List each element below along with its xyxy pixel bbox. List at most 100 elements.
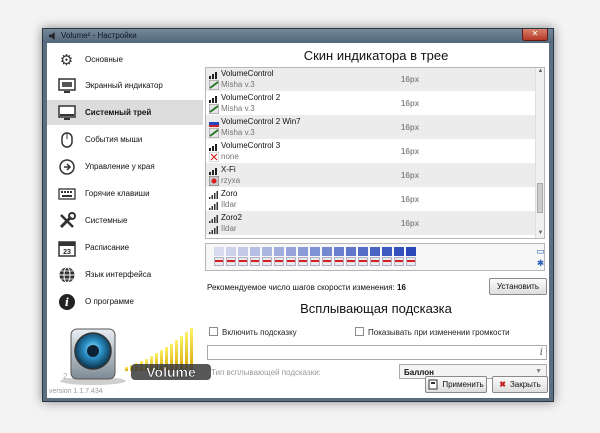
skin-row[interactable]: Zoro Ildar 16px [206, 187, 536, 211]
tray-preview-icon [238, 247, 248, 266]
skin-author: Ildar [221, 200, 237, 209]
skin-bars-icon [209, 117, 219, 127]
tray-preview-strip: ▭ ✱ [205, 243, 545, 271]
sidebar-item-general[interactable]: ⚙ Основные [47, 47, 203, 72]
version-label: version 1.1.7.434 [49, 388, 103, 395]
skin-row[interactable]: X-Fi rzyxa 16px [206, 163, 536, 187]
skin-bars-icon [209, 213, 219, 223]
tray-preview-icon [406, 247, 416, 266]
app-logo: Volume 2 [57, 307, 227, 385]
preview-window-icon[interactable]: ▭ [535, 246, 546, 257]
sidebar-item-screen-edge[interactable]: Управление у края [47, 154, 203, 179]
skin-name: VolumeControl [221, 69, 274, 78]
tray-preview-icon [394, 247, 404, 266]
svg-text:2: 2 [63, 372, 68, 381]
close-window-button[interactable]: ✕ [522, 29, 548, 41]
skin-list[interactable]: VolumeControl Misha v.3 16px VolumeContr… [205, 67, 545, 239]
apply-icon [428, 379, 438, 390]
tray-preview-icon [358, 247, 368, 266]
sidebar-item-label: Язык интерфейса [85, 270, 152, 279]
tray-preview-icon [214, 247, 224, 266]
gear-icon: ⚙ [59, 51, 74, 69]
tray-preview-icon [298, 247, 308, 266]
keyboard-icon [57, 184, 76, 203]
skin-row[interactable]: VolumeControl 2 Misha v.3 16px [206, 91, 536, 115]
tray-preview-icon [262, 247, 272, 266]
skin-row[interactable]: VolumeControl 2 Win7 Misha v.3 16px [206, 115, 536, 139]
skin-row[interactable]: VolumeControl Misha v.3 16px [206, 68, 536, 91]
sidebar-item-screen-indicator[interactable]: Экранный индикатор [47, 73, 203, 98]
speaker-icon [49, 32, 55, 40]
info-icon[interactable]: i [540, 347, 543, 358]
globe-icon [57, 265, 76, 284]
close-icon: ✖ [499, 380, 506, 389]
skin-volume-icon [208, 127, 220, 139]
enable-tooltip-checkbox[interactable] [209, 327, 218, 336]
tray-preview-icon [250, 247, 260, 266]
window-client: ⚙ Основные Экранный индикатор Системный … [47, 43, 549, 398]
tray-preview-icon [322, 247, 332, 266]
svg-text:23: 23 [63, 249, 71, 256]
tray-preview-icon [346, 247, 356, 266]
skin-bars-icon [209, 141, 219, 151]
mouse-icon [57, 130, 76, 149]
skin-author: Misha v.3 [221, 80, 255, 89]
skin-bars-icon [209, 224, 219, 234]
tooltip-section-title: Всплывающая подсказка [300, 301, 452, 316]
sidebar-item-label: Основные [85, 55, 123, 64]
skin-row[interactable]: Zoro2 Ildar 16px [206, 211, 536, 235]
sidebar-item-label: Системный трей [85, 108, 152, 117]
tools-icon [57, 211, 76, 230]
sidebar-item-schedule[interactable]: 23 Расписание [47, 235, 203, 260]
skin-xfi-icon [208, 175, 220, 187]
recommended-steps-value: 16 [397, 283, 406, 292]
sidebar-item-language[interactable]: Язык интерфейса [47, 262, 203, 287]
tray-preview-icon [334, 247, 344, 266]
sidebar-item-label: Экранный индикатор [85, 81, 163, 90]
recommended-steps-text: Рекомендуемое число шагов скорости измен… [207, 283, 406, 292]
main-panel: Скин индикатора в трее VolumeControl Mis… [203, 43, 549, 398]
skin-row[interactable]: VolumeControl 3 none 16px [206, 139, 536, 163]
skin-none-icon [208, 151, 220, 163]
apply-button[interactable]: Применить [425, 376, 487, 393]
scroll-down-icon[interactable]: ▼ [537, 230, 544, 238]
skin-bars-icon [209, 93, 219, 103]
window-title: Volume² - Настройки [61, 31, 137, 40]
sidebar-item-label: Горячие клавиши [85, 189, 150, 198]
calendar-icon: 23 [57, 238, 76, 257]
skin-name: VolumeControl 3 [221, 141, 281, 150]
skin-name: VolumeControl 2 [221, 93, 281, 102]
install-button[interactable]: Установить [489, 278, 547, 295]
skin-size: 16px [401, 99, 420, 108]
tray-section-title: Скин индикатора в трее [303, 48, 449, 63]
sidebar-item-system-tray[interactable]: Системный трей [47, 100, 203, 125]
skin-size: 16px [401, 75, 420, 84]
show-on-change-checkbox[interactable] [355, 327, 364, 336]
sidebar-item-label: Управление у края [85, 162, 155, 171]
scrollbar-thumb[interactable] [537, 183, 543, 213]
apply-label: Применить [442, 380, 484, 389]
sidebar-item-system[interactable]: Системные [47, 208, 203, 233]
close-button[interactable]: ✖ Закрыть [492, 376, 548, 393]
skin-size: 16px [401, 219, 420, 228]
tray-preview-icon [274, 247, 284, 266]
sidebar-item-hotkeys[interactable]: Горячие клавиши [47, 181, 203, 206]
tray-preview-icon [310, 247, 320, 266]
sidebar-item-mouse-events[interactable]: События мыши [47, 127, 203, 152]
skin-name: X-Fi [221, 165, 236, 174]
tooltip-text-field[interactable]: i [207, 345, 547, 360]
skin-name: VolumeControl 2 Win7 [221, 117, 301, 126]
show-on-change-label: Показывать при изменении громкости [368, 328, 510, 337]
preview-settings-icon[interactable]: ✱ [535, 258, 546, 269]
skin-author: Misha v.3 [221, 128, 255, 137]
tray-preview-icon [382, 247, 392, 266]
svg-text:Volume: Volume [146, 364, 196, 380]
sidebar-item-label: Системные [85, 216, 128, 225]
recommended-steps-label: Рекомендуемое число шагов скорости измен… [207, 283, 395, 292]
sidebar: ⚙ Основные Экранный индикатор Системный … [47, 43, 211, 398]
scroll-up-icon[interactable]: ▲ [537, 68, 544, 76]
close-label: Закрыть [509, 380, 541, 389]
title-bar[interactable]: Volume² - Настройки ✕ [43, 29, 553, 43]
volume-logo-graphic: Volume 2 [60, 328, 211, 385]
skin-list-scrollbar[interactable]: ▲ ▼ [535, 68, 544, 238]
